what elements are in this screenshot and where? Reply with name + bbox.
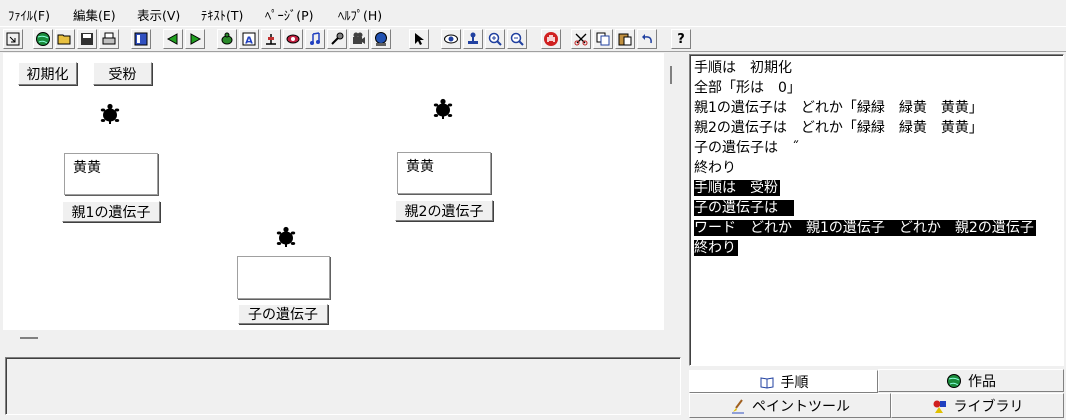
svg-text:A: A bbox=[245, 36, 253, 47]
tab-works-label: 作品 bbox=[968, 373, 996, 390]
copy-icon[interactable] bbox=[593, 29, 613, 49]
paintbrush-icon bbox=[732, 398, 744, 413]
printer-icon[interactable] bbox=[99, 29, 119, 49]
stop-hand-icon[interactable] bbox=[541, 29, 561, 49]
script-line-selected[interactable]: 終わり bbox=[694, 238, 1063, 258]
parent1-gene-button[interactable]: 親1の遺伝子 bbox=[62, 201, 160, 222]
tab-library[interactable]: ライブラリ bbox=[891, 393, 1064, 418]
message-panel bbox=[5, 357, 681, 415]
script-line[interactable]: 親2の遺伝子は どれか「緑緑 緑黄 黄黄」 bbox=[694, 118, 1063, 138]
stamp-icon[interactable] bbox=[463, 29, 483, 49]
parent2-gene-field[interactable]: 黄黄 bbox=[397, 152, 491, 194]
network-icon[interactable] bbox=[371, 29, 391, 49]
menu-edit[interactable]: 編集(E) bbox=[73, 5, 116, 24]
turtle-icon[interactable] bbox=[431, 97, 455, 121]
shapes-icon bbox=[933, 400, 946, 413]
tab-procedure[interactable]: 手順 bbox=[689, 370, 878, 393]
menu-help[interactable]: ﾍﾙﾌﾟ(H) bbox=[338, 5, 382, 24]
text-tool-icon[interactable]: A bbox=[239, 29, 259, 49]
button-tool-icon[interactable] bbox=[283, 29, 303, 49]
zoom-out-icon[interactable] bbox=[507, 29, 527, 49]
menu-text[interactable]: ﾃｷｽﾄ(T) bbox=[201, 5, 243, 24]
stage-scroll-grip[interactable] bbox=[670, 66, 672, 84]
toolbar: A ? bbox=[0, 26, 1066, 52]
prev-page-icon[interactable] bbox=[163, 29, 183, 49]
save-disk-icon[interactable] bbox=[77, 29, 97, 49]
menu-view[interactable]: 表示(V) bbox=[137, 5, 180, 24]
script-line-selected[interactable]: 子の遺伝子は bbox=[694, 198, 1063, 218]
book-icon bbox=[760, 376, 773, 389]
pointer-icon[interactable] bbox=[409, 29, 429, 49]
tab-paint-tool-label: ペイントツール bbox=[752, 398, 850, 415]
open-folder-icon[interactable] bbox=[55, 29, 75, 49]
script-line-selected[interactable]: ワード どれか 親1の遺伝子 どれか 親2の遺伝子 bbox=[694, 218, 1063, 238]
pollinate-button[interactable]: 受粉 bbox=[93, 62, 152, 85]
tab-paint-tool[interactable]: ペイントツール bbox=[689, 393, 891, 418]
cut-icon[interactable] bbox=[571, 29, 591, 49]
child-gene-button[interactable]: 子の遺伝子 bbox=[238, 304, 328, 324]
turtle-tool-icon[interactable] bbox=[217, 29, 237, 49]
tab-library-label: ライブラリ bbox=[953, 398, 1024, 415]
undo-icon[interactable] bbox=[637, 29, 657, 49]
restore-icon[interactable] bbox=[3, 29, 23, 49]
splitter-bar[interactable] bbox=[0, 330, 684, 352]
script-line[interactable]: 全部「形は 0」 bbox=[694, 78, 1063, 98]
turtle-icon[interactable] bbox=[274, 225, 298, 249]
help-button[interactable]: ? bbox=[671, 29, 691, 49]
script-line[interactable]: 子の遺伝子は ˝ bbox=[694, 138, 1063, 158]
zoom-in-icon[interactable] bbox=[485, 29, 505, 49]
tab-works[interactable]: 作品 bbox=[878, 369, 1064, 392]
stage-canvas[interactable]: 初期化 受粉 黄黄 親1の遺伝子 黄黄 親2の遺伝子 子の遺伝子 bbox=[3, 53, 664, 330]
eye-icon[interactable] bbox=[441, 29, 461, 49]
splitter-grip[interactable] bbox=[20, 337, 38, 339]
globe-icon[interactable] bbox=[33, 29, 53, 49]
script-line[interactable]: 終わり bbox=[694, 158, 1063, 178]
turtle-icon[interactable] bbox=[98, 102, 122, 126]
init-button[interactable]: 初期化 bbox=[18, 62, 77, 85]
parent2-gene-button[interactable]: 親2の遺伝子 bbox=[395, 200, 493, 221]
tab-procedure-label: 手順 bbox=[780, 374, 809, 391]
next-page-icon[interactable] bbox=[185, 29, 205, 49]
slider-tool-icon[interactable] bbox=[261, 29, 281, 49]
paste-icon[interactable] bbox=[615, 29, 635, 49]
music-tool-icon[interactable] bbox=[305, 29, 325, 49]
microphone-tool-icon[interactable] bbox=[327, 29, 347, 49]
help-label: ? bbox=[677, 31, 685, 47]
menu-page[interactable]: ﾍﾟｰｼﾞ(P) bbox=[265, 5, 314, 24]
globe-icon bbox=[947, 373, 961, 388]
menu-file[interactable]: ﾌｧｲﾙ(F) bbox=[8, 5, 50, 24]
page-layout-icon[interactable] bbox=[131, 29, 151, 49]
video-camera-icon[interactable] bbox=[349, 29, 369, 49]
script-line[interactable]: 親1の遺伝子は どれか「緑緑 緑黄 黄黄」 bbox=[694, 98, 1063, 118]
menu-bar: ﾌｧｲﾙ(F) 編集(E) 表示(V) ﾃｷｽﾄ(T) ﾍﾟｰｼﾞ(P) ﾍﾙﾌ… bbox=[0, 0, 1066, 26]
script-line-selected[interactable]: 手順は 受粉 bbox=[694, 178, 1063, 198]
script-editor[interactable]: 手順は 初期化 全部「形は 0」 親1の遺伝子は どれか「緑緑 緑黄 黄黄」 親… bbox=[689, 54, 1064, 366]
parent1-gene-field[interactable]: 黄黄 bbox=[64, 153, 158, 195]
child-gene-field[interactable] bbox=[237, 256, 330, 299]
script-line[interactable]: 手順は 初期化 bbox=[694, 58, 1063, 78]
